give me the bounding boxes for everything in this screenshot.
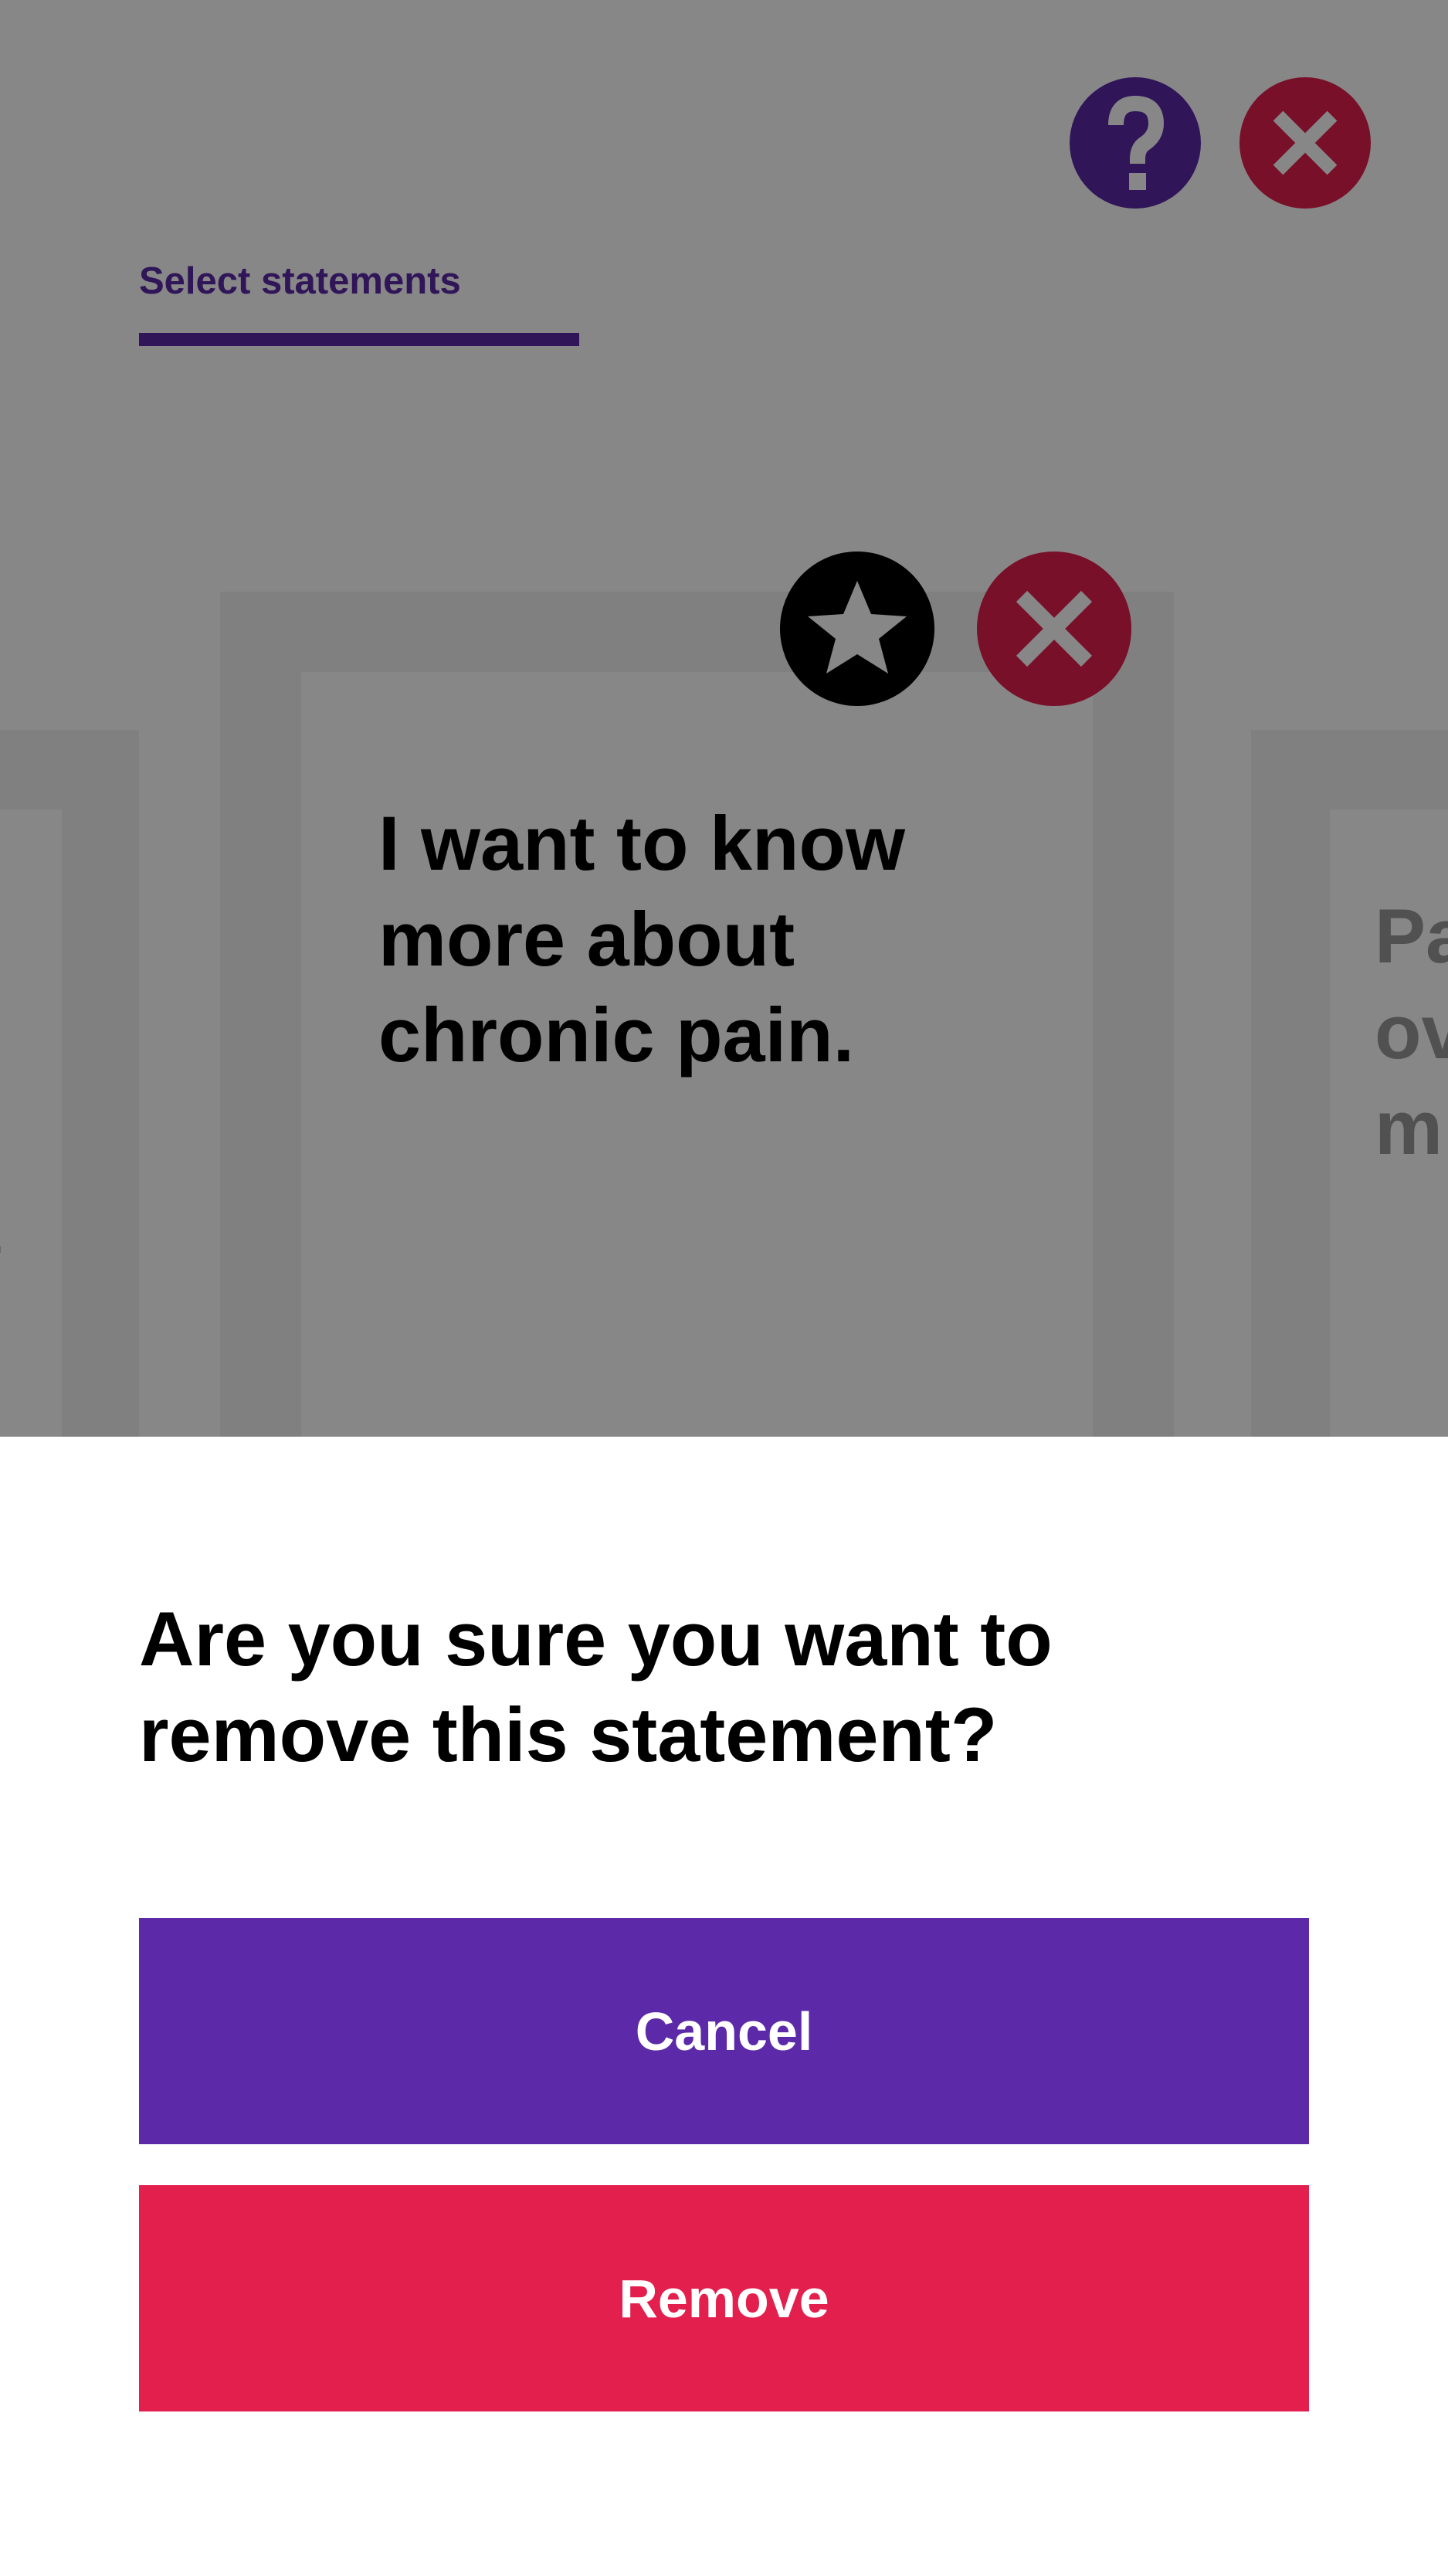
confirmation-question-line: Are you sure you want to [139, 1596, 1053, 1682]
cancel-button[interactable]: Cancel [139, 1918, 1309, 2144]
confirm-remove-button[interactable]: Remove [139, 2185, 1309, 2411]
modal-scrim[interactable] [0, 0, 1448, 1437]
confirmation-question-line: remove this statement? [139, 1692, 998, 1777]
confirmation-question: Are you sure you want to remove this sta… [139, 1591, 1297, 1783]
